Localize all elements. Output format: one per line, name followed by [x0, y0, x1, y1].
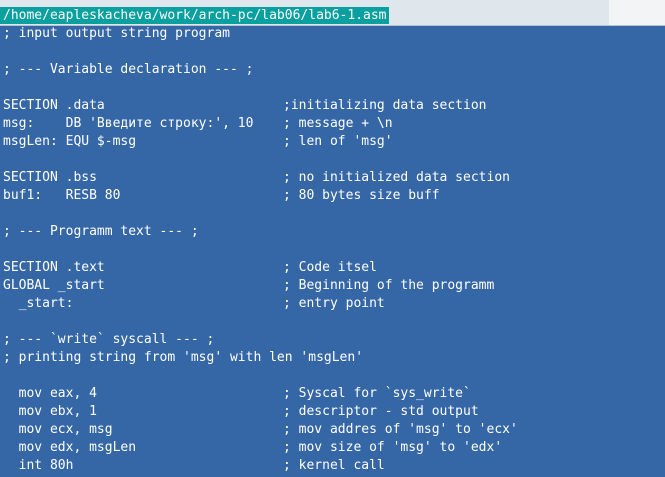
comment-text: ; Code itsel	[283, 260, 377, 275]
editor-line-comment[interactable]: ; no initialized data section	[283, 169, 510, 187]
code-text: msg: DB 'Введите строку:', 10	[3, 116, 254, 131]
comment-text: ; mov size of 'msg' to 'edx'	[283, 440, 503, 455]
comment-text: ; entry point	[283, 296, 385, 311]
editor-line[interactable]: buf1: RESB 80	[3, 187, 120, 205]
editor-line-comment[interactable]: ; mov addres of 'msg' to 'ecx'	[283, 421, 518, 439]
comment-text: ; no initialized data section	[283, 170, 510, 185]
editor-line[interactable]: ; input output string program	[3, 25, 230, 43]
editor-line[interactable]: _start:	[3, 295, 74, 313]
code-text: SECTION .text	[3, 260, 105, 275]
editor-line[interactable]: GLOBAL _start	[3, 277, 105, 295]
code-text: mov ecx, msg	[3, 422, 113, 437]
editor-line[interactable]: mov edx, msgLen	[3, 439, 136, 457]
comment-text: ; 80 bytes size buff	[283, 188, 440, 203]
comment-text: ; descriptor - std output	[283, 404, 479, 419]
editor-line[interactable]: ; --- Variable declaration --- ;	[3, 61, 253, 79]
code-text: int 80h	[3, 458, 74, 473]
editor-line[interactable]: mov eax, 4	[3, 385, 97, 403]
editor-line-comment[interactable]: ; Syscal for `sys_write`	[283, 385, 471, 403]
editor-line-comment[interactable]: ; 80 bytes size buff	[283, 187, 440, 205]
editor-line-comment[interactable]: ; Beginning of the programm	[283, 277, 494, 295]
editor-line-comment[interactable]: ; mov size of 'msg' to 'edx'	[283, 439, 502, 457]
code-text: mov edx, msgLen	[3, 440, 137, 455]
code-text: _start:	[3, 296, 74, 311]
editor-line-comment[interactable]: ; kernel call	[283, 457, 385, 475]
comment-text: ; mov addres of 'msg' to 'ecx'	[283, 422, 518, 437]
code-text: ; input output string program	[3, 26, 230, 41]
title-bar-blank-area	[609, 0, 665, 26]
comment-text: ; len of 'msg'	[283, 134, 393, 149]
code-text: ; --- Programm text --- ;	[3, 224, 199, 239]
editor-line-comment[interactable]: ; descriptor - std output	[283, 403, 479, 421]
editor-line[interactable]: msgLen: EQU $-msg	[3, 133, 136, 151]
editor-line[interactable]: ; printing string from 'msg' with len 'm…	[3, 349, 363, 367]
editor-line[interactable]: mov ebx, 1	[3, 403, 97, 421]
editor-line[interactable]: mov ecx, msg	[3, 421, 113, 439]
code-text: mov eax, 4	[3, 386, 97, 401]
editor-line[interactable]: ; --- Programm text --- ;	[3, 223, 199, 241]
code-text: ; --- `write` syscall --- ;	[3, 332, 215, 347]
comment-text: ; kernel call	[283, 458, 385, 473]
terminal-window: /home/eapleskacheva/work/arch-pc/lab06/l…	[0, 0, 665, 477]
editor-line-comment[interactable]: ; message + \n	[283, 115, 393, 133]
comment-text: ; message + \n	[283, 116, 393, 131]
editor-line[interactable]: msg: DB 'Введите строку:', 10	[3, 115, 253, 133]
code-text: SECTION .data	[3, 98, 105, 113]
editor-line[interactable]: int 80h	[3, 457, 74, 475]
editor-line-comment[interactable]: ;initializing data section	[283, 97, 487, 115]
code-text: ; printing string from 'msg' with len 'm…	[3, 350, 364, 365]
editor-line-comment[interactable]: ; len of 'msg'	[283, 133, 393, 151]
file-path-bar: /home/eapleskacheva/work/arch-pc/lab06/l…	[0, 7, 389, 24]
editor-text-area[interactable]: ; input output string program ; --- Vari…	[0, 25, 665, 477]
editor-line[interactable]: SECTION .text	[3, 259, 105, 277]
comment-text: ; Syscal for `sys_write`	[283, 386, 471, 401]
code-text: GLOBAL _start	[3, 278, 105, 293]
comment-text: ; Beginning of the programm	[283, 278, 495, 293]
editor-line-comment[interactable]: ; Code itsel	[283, 259, 377, 277]
editor-line[interactable]: SECTION .bss	[3, 169, 97, 187]
window-title-bar: /home/eapleskacheva/work/arch-pc/lab06/l…	[0, 0, 609, 26]
code-text: msgLen: EQU $-msg	[3, 134, 137, 149]
code-text: SECTION .bss	[3, 170, 97, 185]
editor-line-comment[interactable]: ; entry point	[283, 295, 385, 313]
code-text: buf1: RESB 80	[3, 188, 121, 203]
editor-line[interactable]: ; --- `write` syscall --- ;	[3, 331, 214, 349]
comment-text: ;initializing data section	[283, 98, 487, 113]
code-text: ; --- Variable declaration --- ;	[3, 62, 254, 77]
code-text: mov ebx, 1	[3, 404, 97, 419]
editor-line[interactable]: SECTION .data	[3, 97, 105, 115]
